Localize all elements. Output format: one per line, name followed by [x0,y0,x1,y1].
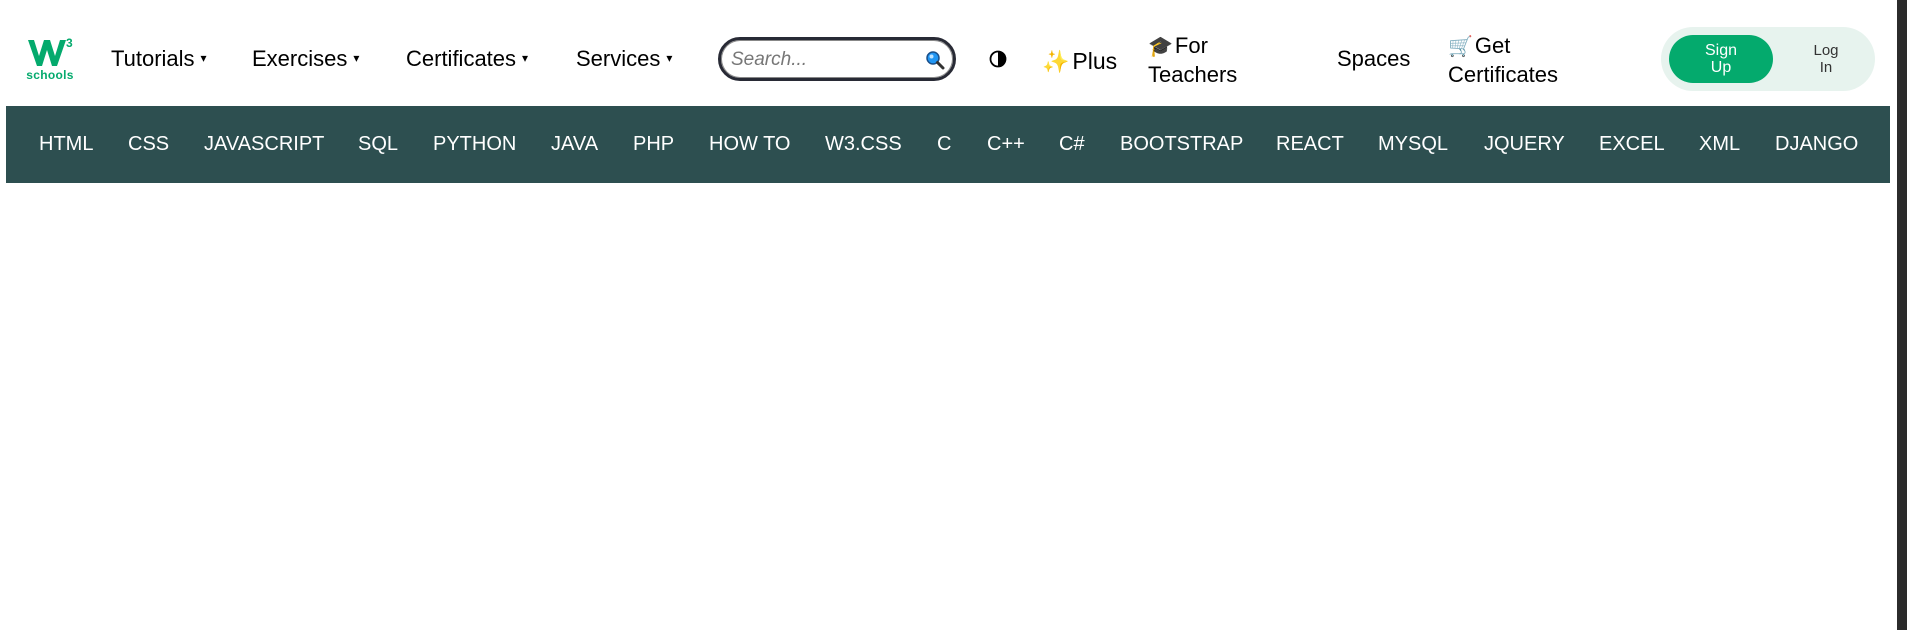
w3-logo-icon: 3 [28,36,73,66]
sparkles-icon: ✨ [1042,48,1070,74]
for-teachers-line1: For [1174,33,1208,58]
w3schools-logo[interactable]: 3 schools [26,36,74,82]
spaces-label: Spaces [1337,46,1411,71]
auth-buttons: Sign Up Log In [1661,27,1875,91]
subnav-item-sql[interactable]: SQL [358,133,398,156]
subnav-item-w3css[interactable]: W3.CSS [825,133,902,156]
plus-label: Plus [1072,48,1118,74]
subject-navigation-bar: HTML CSS JAVASCRIPT SQL PYTHON JAVA PHP … [6,106,1890,183]
nav-services[interactable]: Services ▾ [576,46,672,72]
subnav-item-jquery[interactable]: JQUERY [1484,133,1565,156]
subnav-item-python[interactable]: PYTHON [433,133,516,156]
subnav-item-csharp[interactable]: C# [1059,133,1085,156]
subnav-item-django[interactable]: DJANGO [1775,133,1858,156]
nav-exercises[interactable]: Exercises ▾ [252,46,359,72]
for-teachers-line2: Teachers [1148,62,1238,87]
subnav-item-react[interactable]: REACT [1276,133,1344,156]
subnav-item-html[interactable]: HTML [39,133,93,156]
contrast-toggle-icon[interactable] [989,50,1007,68]
nav-tutorials[interactable]: Tutorials ▾ [111,46,207,72]
subnav-item-how-to[interactable]: HOW TO [709,133,790,156]
for-teachers-link[interactable]: 🎓For Teachers [1148,32,1237,89]
nav-tutorials-label: Tutorials [111,46,195,71]
nav-services-label: Services [576,46,661,71]
svg-text:3: 3 [66,36,73,50]
subnav-item-javascript[interactable]: JAVASCRIPT [204,133,324,156]
nav-exercises-label: Exercises [252,46,348,71]
subnav-item-excel[interactable]: EXCEL [1599,133,1665,156]
subnav-item-xml[interactable]: XML [1699,133,1740,156]
subnav-item-c[interactable]: C [937,133,951,156]
sign-up-button[interactable]: Sign Up [1669,35,1773,83]
log-in-button[interactable]: Log In [1789,35,1863,83]
subnav-item-php[interactable]: PHP [633,133,674,156]
chevron-down-icon: ▾ [200,51,207,65]
logo-text: schools [26,68,74,82]
subnav-item-css[interactable]: CSS [128,133,169,156]
plus-link[interactable]: ✨ Plus [1042,48,1117,75]
get-certificates-line2: Certificates [1448,62,1559,87]
subnav-item-mysql[interactable]: MYSQL [1378,133,1448,156]
chevron-down-icon: ▾ [353,51,360,65]
window-frame-edge [1897,0,1907,630]
search-box [718,37,956,81]
subnav-item-bootstrap[interactable]: BOOTSTRAP [1120,133,1243,156]
subnav-item-cpp[interactable]: C++ [987,133,1025,156]
chevron-down-icon: ▾ [522,51,529,65]
search-icon[interactable] [925,50,945,70]
spaces-link[interactable]: Spaces [1337,46,1410,72]
get-certificates-link[interactable]: 🛒Get Certificates [1448,32,1558,89]
search-input[interactable] [729,46,923,74]
cart-icon: 🛒 [1448,36,1473,58]
graduation-cap-icon: 🎓 [1148,36,1173,58]
nav-certificates[interactable]: Certificates ▾ [406,46,528,72]
nav-certificates-label: Certificates [406,46,517,71]
subnav-item-java[interactable]: JAVA [551,133,598,156]
top-navigation: 3 schools Tutorials ▾ Exercises ▾ Certif… [0,0,1897,106]
get-certificates-line1: Get [1474,33,1511,58]
chevron-down-icon: ▾ [666,51,673,65]
page: 3 schools Tutorials ▾ Exercises ▾ Certif… [0,0,1907,630]
